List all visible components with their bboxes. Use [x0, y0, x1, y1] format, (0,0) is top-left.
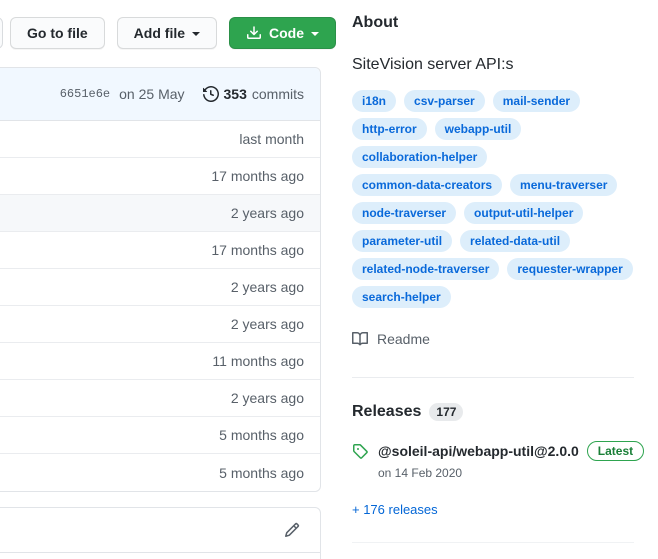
latest-commit-bar: 6651e6e on 25 May 353 commits: [0, 68, 320, 121]
chevron-down-icon: [311, 31, 320, 36]
releases-heading[interactable]: Releases: [352, 403, 421, 421]
go-to-file-button[interactable]: Go to file: [10, 17, 105, 49]
add-file-label: Add file: [133, 25, 186, 41]
file-row-age[interactable]: 2 years ago: [231, 390, 304, 406]
commits-label: commits: [251, 86, 304, 102]
topic-tag[interactable]: node-traverser: [352, 202, 457, 224]
more-releases-link[interactable]: + 176 releases: [352, 502, 634, 517]
topic-tag[interactable]: related-data-util: [460, 230, 571, 252]
cropped-button-fragment[interactable]: [0, 17, 3, 49]
add-file-button[interactable]: Add file: [116, 17, 218, 49]
repo-description: SiteVision server API:s: [352, 56, 514, 73]
code-label: Code: [269, 25, 305, 41]
release-date: on 14 Feb 2020: [378, 466, 463, 480]
file-row[interactable]: 11 months ago: [0, 343, 320, 380]
history-icon: [202, 85, 219, 103]
readme-label: Readme: [377, 331, 430, 347]
release-name-link[interactable]: @soleil-api/webapp-util@2.0.0: [378, 443, 579, 459]
releases-count-badge: 177: [429, 403, 464, 421]
readme-header: [0, 508, 320, 553]
code-button[interactable]: Code: [229, 17, 337, 49]
topic-tag[interactable]: parameter-util: [352, 230, 453, 252]
repo-toolbar: Go to file Add file Code: [10, 17, 337, 49]
file-row-age[interactable]: 17 months ago: [211, 168, 304, 184]
section-divider: [352, 377, 634, 378]
topic-tag[interactable]: collaboration-helper: [352, 146, 488, 168]
readme-link[interactable]: Readme: [352, 331, 430, 347]
topic-tag[interactable]: output-util-helper: [464, 202, 584, 224]
file-row[interactable]: 2 years ago: [0, 195, 320, 232]
topic-tag[interactable]: common-data-creators: [352, 174, 503, 196]
latest-badge[interactable]: Latest: [586, 441, 645, 461]
topic-tag[interactable]: webapp-util: [434, 118, 522, 140]
repo-sidebar: About SiteVision server API:s i18n csv-p…: [352, 0, 645, 543]
tag-icon: [352, 443, 368, 459]
commits-count: 353: [223, 86, 247, 102]
file-row[interactable]: 2 years ago: [0, 269, 320, 306]
book-icon: [352, 331, 369, 347]
topic-tag[interactable]: mail-sender: [492, 90, 581, 112]
file-row-age[interactable]: last month: [239, 131, 304, 147]
file-row[interactable]: 17 months ago: [0, 232, 320, 269]
go-to-file-label: Go to file: [27, 25, 88, 41]
file-row-age[interactable]: 2 years ago: [231, 279, 304, 295]
file-row-age[interactable]: 5 months ago: [219, 427, 304, 443]
topic-tag[interactable]: requester-wrapper: [507, 258, 633, 280]
repo-page: Go to file Add file Code 6651e6e on 25 M…: [0, 0, 658, 559]
topic-tag[interactable]: related-node-traverser: [352, 258, 500, 280]
file-row-age[interactable]: 17 months ago: [211, 242, 304, 258]
topic-tag[interactable]: menu-traverser: [510, 174, 618, 196]
file-row[interactable]: 2 years ago: [0, 306, 320, 343]
file-row[interactable]: last month: [0, 121, 320, 158]
file-list-box: 6651e6e on 25 May 353 commits last month…: [0, 67, 321, 492]
download-icon: [246, 25, 262, 41]
file-row-age[interactable]: 2 years ago: [231, 316, 304, 332]
readme-box: [0, 507, 321, 559]
file-row[interactable]: 5 months ago: [0, 454, 320, 491]
topic-tag[interactable]: csv-parser: [404, 90, 485, 112]
topic-tag[interactable]: search-helper: [352, 286, 451, 308]
file-row[interactable]: 17 months ago: [0, 158, 320, 195]
sidebar-bottom-divider: [352, 542, 634, 543]
chevron-down-icon: [192, 31, 201, 36]
commit-date: on 25 May: [119, 86, 185, 102]
topic-tag[interactable]: http-error: [352, 118, 427, 140]
release-info: @soleil-api/webapp-util@2.0.0 Latest on …: [378, 441, 645, 480]
pencil-icon: [284, 522, 300, 538]
file-row-age[interactable]: 2 years ago: [231, 205, 304, 221]
file-row[interactable]: 5 months ago: [0, 417, 320, 454]
file-row[interactable]: 2 years ago: [0, 380, 320, 417]
about-heading: About: [352, 14, 399, 31]
releases-heading-row: Releases 177: [352, 403, 634, 421]
file-row-age[interactable]: 11 months ago: [212, 353, 304, 369]
file-row-age[interactable]: 5 months ago: [219, 465, 304, 481]
edit-readme-button[interactable]: [284, 522, 300, 538]
commit-hash-link[interactable]: 6651e6e: [60, 87, 110, 101]
topic-tag[interactable]: i18n: [352, 90, 397, 112]
commit-history-link[interactable]: 353 commits: [202, 85, 304, 103]
latest-release-item: @soleil-api/webapp-util@2.0.0 Latest on …: [352, 441, 645, 480]
topic-list: i18n csv-parser mail-sender http-error w…: [352, 90, 644, 308]
